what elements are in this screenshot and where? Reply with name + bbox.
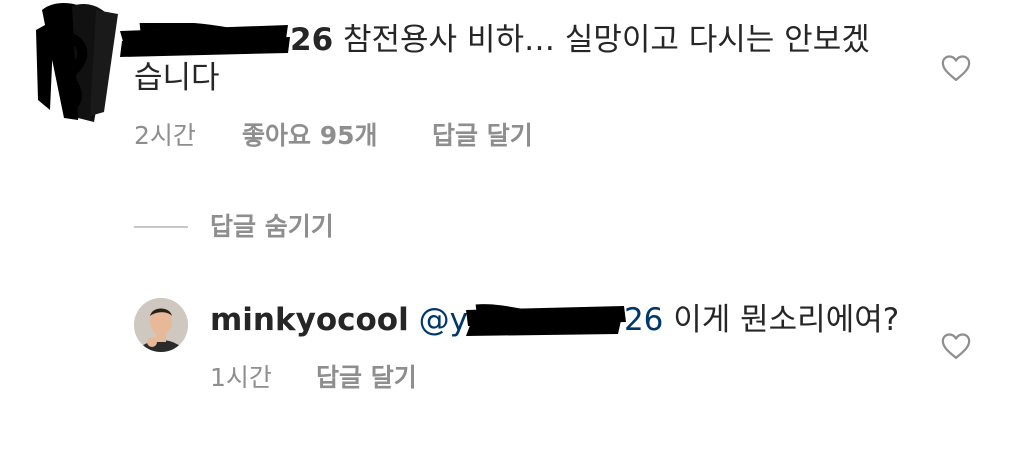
heart-outline-icon[interactable]	[941, 54, 971, 82]
comment-text-line-1: 26 참전용사 비하… 실망이고 다시는 안보겠	[120, 20, 870, 61]
redacted-mention	[465, 303, 626, 340]
reply-mention[interactable]: @y 26	[419, 302, 664, 338]
reply-time: 1시간	[210, 363, 272, 392]
mention-prefix: @y	[418, 302, 468, 338]
hide-replies-label[interactable]: 답글 숨기기	[210, 210, 334, 244]
comment-username-suffix[interactable]: 26	[290, 22, 333, 58]
reply-text-line: minkyocool @y 26 이게 뭔소리에여?	[210, 300, 899, 340]
reply-reply-button[interactable]: 답글 달기	[316, 362, 417, 394]
avatar-photo	[134, 298, 188, 352]
comment-item: 26 참전용사 비하… 실망이고 다시는 안보겠 습니다 2시간 좋아요 95개…	[0, 0, 1024, 170]
reply-username[interactable]: minkyocool	[210, 302, 409, 338]
comment-time: 2시간	[134, 121, 196, 150]
heart-outline-icon[interactable]	[941, 332, 971, 360]
reply-meta: 1시간 답글 달기	[210, 362, 610, 394]
avatar[interactable]	[134, 298, 188, 352]
redacted-username[interactable]	[120, 21, 290, 61]
mention-suffix: 26	[623, 302, 664, 338]
hide-replies-toggle[interactable]: 답글 숨기기	[134, 210, 394, 244]
reply-text: 이게 뭔소리에여?	[673, 302, 900, 338]
replies-divider	[134, 226, 188, 228]
avatar-redacted[interactable]	[34, 0, 120, 122]
comment-meta: 2시간 좋아요 95개 답글 달기	[134, 120, 634, 152]
comment-text-line-2: 습니다	[134, 58, 220, 98]
comment-reply-button[interactable]: 답글 달기	[432, 120, 533, 152]
comment-likes[interactable]: 좋아요 95개	[242, 120, 378, 152]
comment-text: 참전용사 비하… 실망이고 다시는 안보겠	[343, 22, 870, 58]
reply-item: minkyocool @y 26 이게 뭔소리에여? 1시간 답글 달기	[0, 280, 1024, 400]
comment-text-continued: 습니다	[134, 60, 220, 96]
